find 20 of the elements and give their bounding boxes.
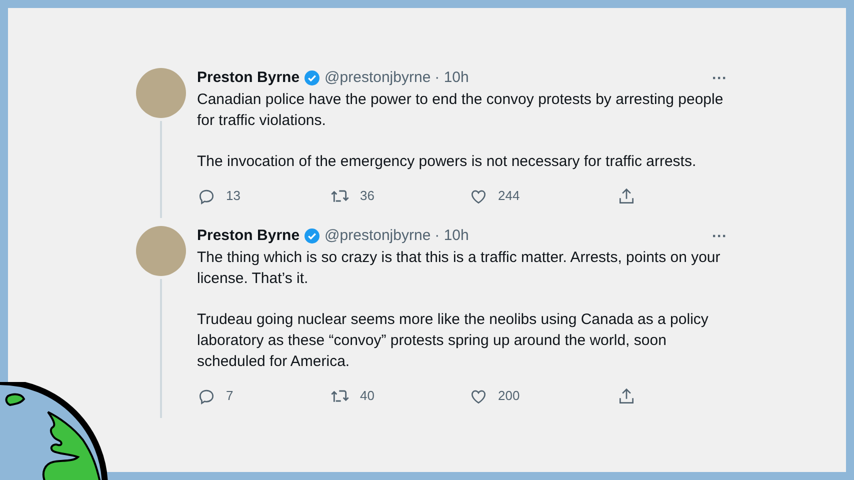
timestamp[interactable]: · 10h: [434, 68, 469, 88]
author-handle[interactable]: @prestonjbyrne: [324, 226, 431, 246]
reply-count: 13: [226, 187, 240, 206]
more-button[interactable]: ···: [712, 70, 727, 86]
tweet-text: Canadian police have the power to end the convoy protests by arresting people for traffic violations.: [197, 90, 724, 131]
reply-count: 7: [226, 387, 234, 406]
more-button[interactable]: ···: [712, 228, 727, 244]
share-icon[interactable]: [617, 186, 636, 206]
share-icon[interactable]: [617, 386, 636, 406]
tweet-text: Trudeau going nuclear seems more like the neolibs using Canada as a policy laboratory as these “convoy” protests spring up around the world, soon scheduled for America.: [197, 310, 710, 372]
like-count: 200: [498, 387, 520, 406]
author-handle[interactable]: @prestonjbyrne: [324, 68, 431, 88]
tweet-text: The invocation of the emergency powers is not necessary for traffic arrests.: [197, 152, 698, 172]
retweet-count: 36: [360, 187, 374, 206]
timestamp[interactable]: · 10h: [434, 226, 469, 246]
author-name[interactable]: Preston Byrne: [197, 68, 300, 88]
like-count: 244: [498, 187, 520, 206]
author-name[interactable]: Preston Byrne: [197, 226, 300, 246]
tweet-text: The thing which is so crazy is that this is a traffic matter. Arrests, points on your license. That’s it.: [197, 248, 722, 289]
retweet-count: 40: [360, 387, 374, 406]
